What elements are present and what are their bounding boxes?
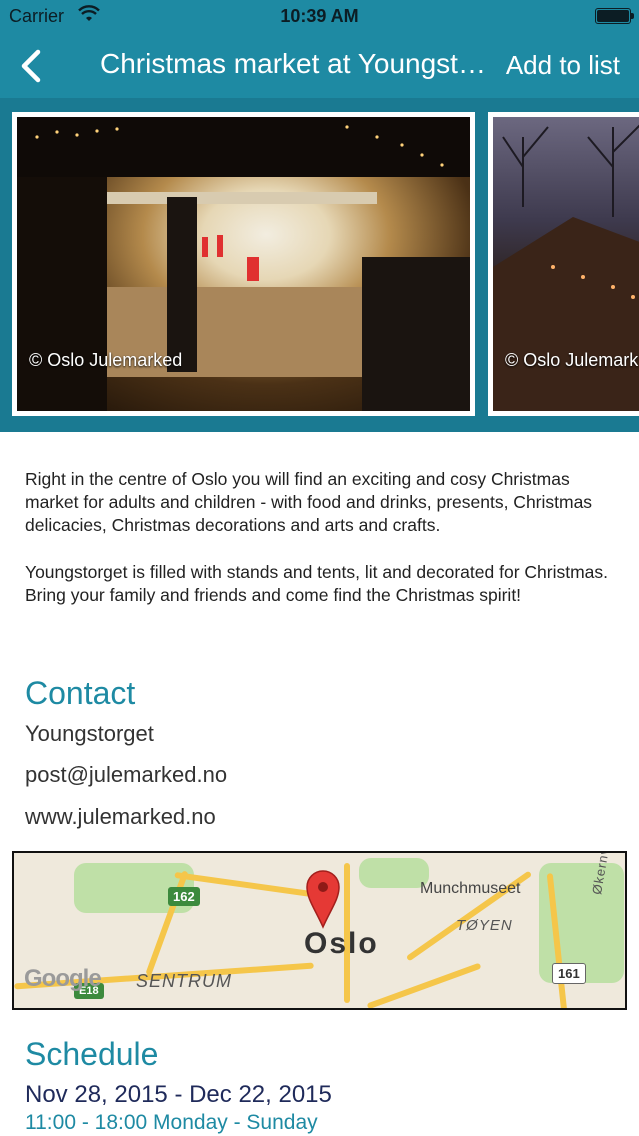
photo-credit: © Oslo Julemark xyxy=(505,350,639,370)
page-title: Christmas market at Youngsto... xyxy=(100,48,490,79)
contact-email-link[interactable]: post@julemarked.no xyxy=(25,762,227,788)
market-night-image: © Oslo Julemark xyxy=(493,117,639,411)
schedule-heading: Schedule xyxy=(25,1036,159,1072)
road-shield-162: 162 xyxy=(168,887,200,906)
contact-website-link[interactable]: www.julemarked.no xyxy=(25,804,216,830)
map-label-sentrum: SENTRUM xyxy=(136,971,232,991)
gallery-photo[interactable]: © Oslo Julemark xyxy=(488,112,639,416)
photo-credit: © Oslo Julemarked xyxy=(29,350,183,370)
photo-gallery[interactable]: © Oslo Julemarked © Oslo Julemark xyxy=(0,98,639,432)
map-label-toyen: TØYEN xyxy=(456,917,513,934)
clock: 10:39 AM xyxy=(280,6,359,26)
chevron-left-icon xyxy=(21,49,41,83)
event-description: Right in the centre of Oslo you will fin… xyxy=(25,468,615,631)
location-map[interactable]: 162 161 E18 Munchmuseet TØYEN SENTRUM Øk… xyxy=(12,851,627,1010)
map-city-label: Oslo xyxy=(304,927,379,960)
map-pin-icon xyxy=(306,870,340,929)
map-label-munchmuseet: Munchmuseet xyxy=(420,880,521,897)
description-paragraph: Youngstorget is filled with stands and t… xyxy=(25,562,609,605)
market-stall-image: © Oslo Julemarked xyxy=(17,117,470,411)
status-bar: Carrier 10:39 AM xyxy=(0,0,639,32)
back-button[interactable] xyxy=(14,46,50,86)
google-logo: Google xyxy=(24,965,102,992)
contact-address: Youngstorget xyxy=(25,721,154,746)
schedule-hours: 11:00 - 18:00 Monday - Sunday xyxy=(25,1111,318,1134)
add-to-list-button[interactable]: Add to list xyxy=(506,50,620,81)
road-shield-161: 161 xyxy=(552,963,586,984)
navigation-bar: Christmas market at Youngsto... Add to l… xyxy=(0,32,639,98)
contact-heading: Contact xyxy=(25,675,136,711)
gallery-photo[interactable]: © Oslo Julemarked xyxy=(12,112,475,416)
description-paragraph: Right in the centre of Oslo you will fin… xyxy=(25,469,593,535)
battery-icon xyxy=(595,8,634,24)
schedule-dates: Nov 28, 2015 - Dec 22, 2015 xyxy=(25,1081,332,1108)
